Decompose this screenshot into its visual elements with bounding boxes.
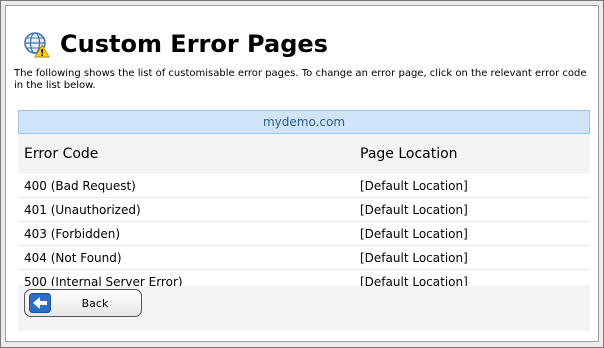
table-row[interactable]: 404 (Not Found) [Default Location] bbox=[18, 246, 590, 270]
page-title: Custom Error Pages bbox=[60, 30, 328, 58]
column-header-page-location: Page Location bbox=[360, 146, 458, 162]
error-code-cell[interactable]: 401 (Unauthorized) bbox=[18, 203, 360, 217]
page-location-cell: [Default Location] bbox=[360, 250, 468, 265]
page-header: Custom Error Pages bbox=[22, 27, 328, 61]
globe-warning-icon bbox=[24, 32, 50, 58]
column-header-error-code: Error Code bbox=[24, 146, 99, 162]
error-code-cell[interactable]: 404 (Not Found) bbox=[18, 251, 360, 265]
back-button[interactable]: Back bbox=[24, 289, 142, 317]
error-code-cell[interactable]: 400 (Bad Request) bbox=[18, 179, 360, 193]
table-row[interactable]: 401 (Unauthorized) [Default Location] bbox=[18, 198, 590, 222]
table-row[interactable]: 403 (Forbidden) [Default Location] bbox=[18, 222, 590, 246]
page-location-cell: [Default Location] bbox=[360, 226, 468, 241]
domain-bar: mydemo.com bbox=[18, 110, 590, 134]
window-frame: Custom Error Pages The following shows t… bbox=[0, 0, 604, 348]
table-header: Error Code Page Location bbox=[18, 134, 590, 174]
page-location-cell: [Default Location] bbox=[360, 178, 468, 193]
table-footer: Back bbox=[18, 286, 590, 330]
back-button-label: Back bbox=[81, 296, 109, 310]
error-code-cell[interactable]: 403 (Forbidden) bbox=[18, 227, 360, 241]
page-location-cell: [Default Location] bbox=[360, 202, 468, 217]
table-row[interactable]: 400 (Bad Request) [Default Location] bbox=[18, 174, 590, 198]
page-description: The following shows the list of customis… bbox=[14, 68, 587, 91]
content-panel: Custom Error Pages The following shows t… bbox=[5, 5, 599, 342]
error-pages-table: mydemo.com Error Code Page Location 400 … bbox=[18, 110, 590, 294]
